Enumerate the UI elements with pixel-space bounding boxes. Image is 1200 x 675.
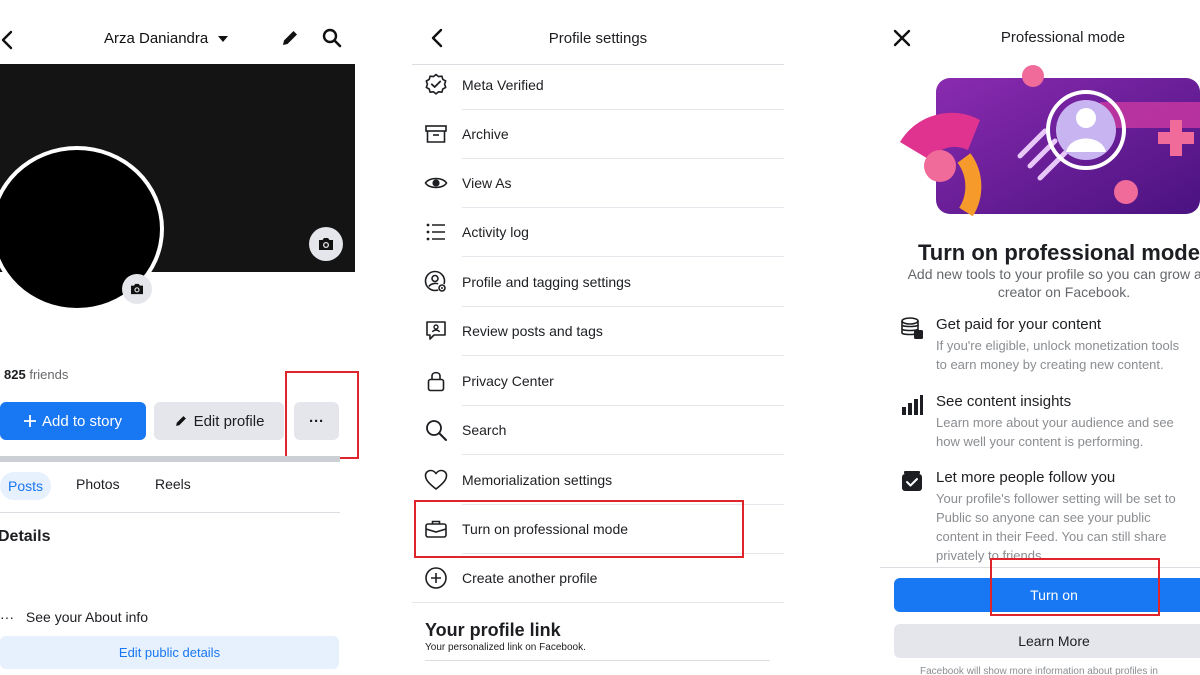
professional-mode-subtitle: Add new tools to your profile so you can…	[907, 266, 1200, 300]
highlight-box-turn-on	[990, 558, 1160, 616]
eye-icon	[424, 171, 448, 195]
learn-more-button[interactable]: Learn More	[894, 624, 1200, 658]
highlight-box-professional-mode	[414, 500, 744, 558]
feature-description: Your profile's follower setting will be …	[936, 489, 1200, 565]
bar-chart-icon	[900, 393, 924, 417]
menu-item-profile-tagging[interactable]: Profile and tagging settings	[412, 258, 784, 307]
menu-item-meta-verified[interactable]: Meta Verified	[412, 61, 784, 110]
edit-public-details-button[interactable]: Edit public details	[0, 636, 339, 669]
add-to-story-button[interactable]: Add to story	[0, 402, 146, 440]
menu-item-label: Meta Verified	[462, 77, 544, 93]
profile-gear-icon	[424, 270, 448, 294]
feature-description-line: how well your content is performing.	[936, 434, 1144, 449]
more-dots-icon: ···	[0, 609, 14, 625]
profile-screen: Arza Daniandra 825 friends Add to story	[0, 0, 372, 675]
professional-mode-screen: Professional mode Turn on professional m…	[880, 0, 1200, 675]
friends-label: friends	[29, 367, 69, 382]
add-to-story-label: Add to story	[41, 412, 123, 430]
pencil-icon[interactable]	[280, 28, 300, 48]
menu-item-create-profile[interactable]: Create another profile	[412, 554, 784, 603]
menu-item-label: View As	[462, 175, 512, 191]
archive-icon	[424, 122, 448, 146]
profile-header: Arza Daniandra	[0, 24, 372, 56]
feature-description-line: content in their Feed. You can still sha…	[936, 529, 1167, 544]
tab-photos[interactable]: Photos	[76, 476, 120, 492]
feature-description-line: Learn more about your audience and see	[936, 415, 1174, 430]
menu-item-view-as[interactable]: View As	[412, 159, 784, 208]
settings-screen: Profile settings Meta Verified Archive V…	[412, 0, 784, 675]
section-separator	[0, 456, 340, 462]
about-info-label: See your About info	[25, 609, 149, 625]
feature-description-line: Public so anyone can see your public	[936, 510, 1151, 525]
verified-badge-icon	[424, 73, 448, 97]
details-heading: Details	[0, 528, 51, 545]
profile-name: Arza Daniandra	[104, 30, 209, 47]
pencil-icon	[174, 414, 188, 428]
menu-divider	[412, 602, 784, 603]
edit-public-details-label: Edit public details	[118, 645, 221, 660]
friends-number: 825	[4, 367, 26, 382]
menu-item-privacy-center[interactable]: Privacy Center	[412, 357, 784, 406]
footnote-text: Facebook will show more information abou…	[920, 666, 1158, 675]
heart-icon	[424, 468, 448, 492]
plus-icon	[23, 415, 36, 427]
friends-count[interactable]: 825 friends	[4, 367, 68, 382]
feature-description: Learn more about your audience and see h…	[936, 413, 1200, 451]
feature-get-paid: Get paid for your content If you're elig…	[900, 316, 1200, 376]
feature-title: Get paid for your content	[936, 316, 1102, 333]
search-icon[interactable]	[322, 28, 342, 48]
caret-down-icon	[218, 36, 229, 43]
list-icon	[424, 220, 448, 244]
tab-posts[interactable]: Posts	[0, 472, 52, 500]
review-tags-icon	[424, 319, 448, 343]
edit-profile-button[interactable]: Edit profile	[154, 402, 284, 440]
menu-item-label: Memorialization settings	[462, 472, 613, 488]
back-arrow-icon[interactable]	[0, 30, 16, 50]
menu-item-search[interactable]: Search	[412, 406, 784, 455]
feature-description: If you're eligible, unlock monetization …	[936, 336, 1200, 374]
menu-divider	[462, 256, 784, 257]
professional-mode-illustration	[880, 62, 1200, 222]
feature-title: Let more people follow you	[936, 469, 1116, 486]
menu-item-memorialization[interactable]: Memorialization settings	[412, 456, 784, 505]
feature-description-line: to earn money by creating new content.	[936, 357, 1164, 372]
menu-item-label: Activity log	[462, 224, 529, 240]
search-icon	[424, 418, 448, 442]
page-title: Profile settings	[548, 30, 648, 47]
page-title: Professional mode	[1000, 29, 1126, 46]
profile-name-selector[interactable]: Arza Daniandra	[104, 30, 229, 47]
menu-item-activity-log[interactable]: Activity log	[412, 208, 784, 257]
menu-item-label: Privacy Center	[462, 373, 554, 389]
cover-camera-icon[interactable]	[309, 227, 343, 261]
menu-item-review-posts[interactable]: Review posts and tags	[412, 307, 784, 356]
lock-icon	[424, 369, 448, 393]
checkmark-box-icon	[900, 469, 924, 493]
edit-profile-label: Edit profile	[193, 412, 265, 430]
menu-item-label: Create another profile	[462, 570, 598, 586]
about-info-row[interactable]: ··· See your About info	[0, 609, 148, 625]
professional-mode-heading: Turn on professional mode	[918, 240, 1200, 265]
feature-insights: See content insights Learn more about yo…	[900, 393, 1200, 453]
learn-more-label: Learn More	[1018, 633, 1090, 649]
feature-description-line: If you're eligible, unlock monetization …	[936, 338, 1180, 353]
feature-followers: Let more people follow you Your profile'…	[900, 469, 1200, 569]
profile-link-title: Your profile link	[425, 620, 561, 640]
money-stack-icon	[900, 316, 924, 340]
menu-item-label: Search	[462, 422, 507, 438]
menu-divider	[462, 454, 784, 455]
feature-description-line: Your profile's follower setting will be …	[936, 491, 1176, 506]
menu-item-label: Review posts and tags	[462, 323, 603, 339]
tabs-divider	[0, 512, 340, 513]
menu-item-label: Profile and tagging settings	[462, 274, 631, 290]
menu-divider	[462, 355, 784, 356]
plus-circle-icon	[424, 566, 448, 590]
highlight-box-more	[285, 371, 359, 459]
menu-item-archive[interactable]: Archive	[412, 110, 784, 159]
avatar-camera-icon[interactable]	[122, 274, 152, 304]
profile-link-subtitle: Your personalized link on Facebook.	[425, 642, 586, 653]
tab-reels[interactable]: Reels	[155, 476, 191, 492]
profile-link-divider	[425, 660, 770, 661]
menu-item-label: Archive	[462, 126, 509, 142]
feature-title: See content insights	[936, 393, 1072, 410]
